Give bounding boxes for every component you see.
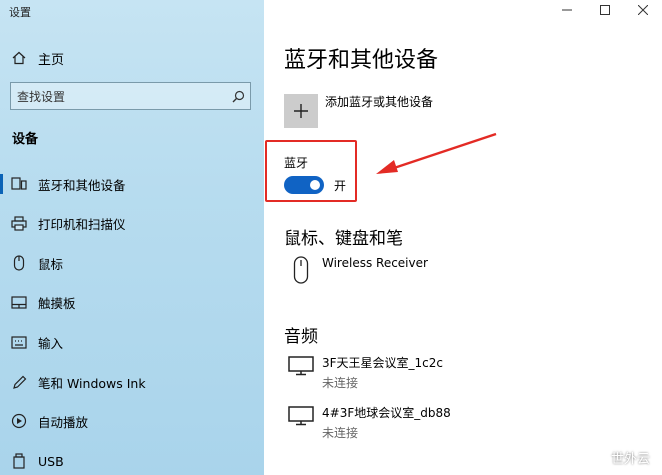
minimize-button[interactable] (548, 0, 586, 20)
sidebar-item-label: 打印机和扫描仪 (38, 216, 126, 232)
watermark: 世外云 (594, 448, 650, 467)
sidebar-item-label: 自动播放 (38, 414, 89, 430)
sidebar-item-mouse[interactable]: 鼠标 (0, 245, 264, 281)
device-name: Wireless Receiver (322, 256, 428, 270)
autoplay-icon (0, 413, 38, 429)
device-status: 未连接 (322, 376, 359, 390)
search-icon[interactable] (226, 90, 250, 103)
sidebar-item-usb[interactable]: USB (0, 443, 264, 475)
usb-icon (0, 453, 38, 469)
device-item-wireless-receiver[interactable]: Wireless Receiver (284, 256, 428, 284)
sidebar-item-autoplay[interactable]: 自动播放 (0, 403, 264, 439)
keyboard-icon (0, 335, 38, 349)
sidebar-home-label: 主页 (38, 52, 65, 68)
pen-icon (0, 375, 38, 390)
bluetooth-devices-icon (0, 177, 38, 191)
sidebar-item-label: 笔和 Windows Ink (38, 375, 146, 391)
sidebar-item-label: 鼠标 (38, 256, 64, 272)
add-device-label: 添加蓝牙或其他设备 (325, 94, 434, 109)
sidebar-section-title: 设备 (12, 132, 39, 147)
mouse-icon (0, 255, 38, 271)
window-controls (548, 0, 662, 20)
device-item-audio-1[interactable]: 3F天王星会议室_1c2c 未连接 (284, 354, 443, 391)
mouse-keyboard-pen-heading: 鼠标、键盘和笔 (284, 229, 403, 249)
add-device-button[interactable]: 添加蓝牙或其他设备 (284, 94, 433, 128)
sidebar-item-typing[interactable]: 输入 (0, 324, 264, 360)
maximize-button[interactable] (586, 0, 624, 20)
active-indicator (0, 174, 3, 194)
highlight-box (265, 140, 357, 202)
device-name: 3F天王星会议室_1c2c (322, 356, 444, 370)
device-item-audio-2[interactable]: 4#3F地球会议室_db88 未连接 (284, 404, 451, 441)
monitor-icon (284, 354, 318, 391)
audio-heading: 音频 (284, 327, 318, 347)
page-title: 蓝牙和其他设备 (284, 48, 439, 73)
sidebar-item-bluetooth[interactable]: 蓝牙和其他设备 (0, 166, 264, 202)
main-content: 蓝牙和其他设备 添加蓝牙或其他设备 蓝牙 开 鼠标、键盘和笔 Wireless … (264, 0, 662, 475)
sidebar-item-label: USB (38, 453, 64, 469)
annotation-arrow-icon (376, 132, 497, 174)
monitor-icon (284, 404, 318, 441)
sidebar-item-pen[interactable]: 笔和 Windows Ink (0, 364, 264, 400)
mouse-device-icon (284, 256, 318, 284)
sidebar-item-label: 触摸板 (38, 295, 76, 311)
sidebar-item-printers[interactable]: 打印机和扫描仪 (0, 205, 264, 241)
touchpad-icon (0, 295, 38, 309)
plus-icon (284, 94, 318, 128)
sidebar-home[interactable]: 主页 (0, 40, 264, 76)
sidebar-item-touchpad[interactable]: 触摸板 (0, 284, 264, 320)
search-input[interactable]: 查找设置 (10, 82, 251, 110)
printer-icon (0, 215, 38, 231)
close-button[interactable] (624, 0, 662, 20)
home-icon (0, 51, 38, 65)
sidebar: 设置 主页 查找设置 设备 蓝牙和其他设备 打印机和扫描仪 鼠标 触摸板 输入 … (0, 0, 264, 475)
watermark-logo-icon (594, 450, 608, 465)
search-placeholder: 查找设置 (17, 89, 66, 104)
device-status: 未连接 (322, 426, 359, 440)
device-name: 4#3F地球会议室_db88 (322, 406, 451, 420)
sidebar-item-label: 输入 (38, 335, 64, 351)
sidebar-item-label: 蓝牙和其他设备 (38, 177, 126, 193)
watermark-text: 世外云 (610, 452, 650, 467)
window-title: 设置 (9, 6, 31, 19)
